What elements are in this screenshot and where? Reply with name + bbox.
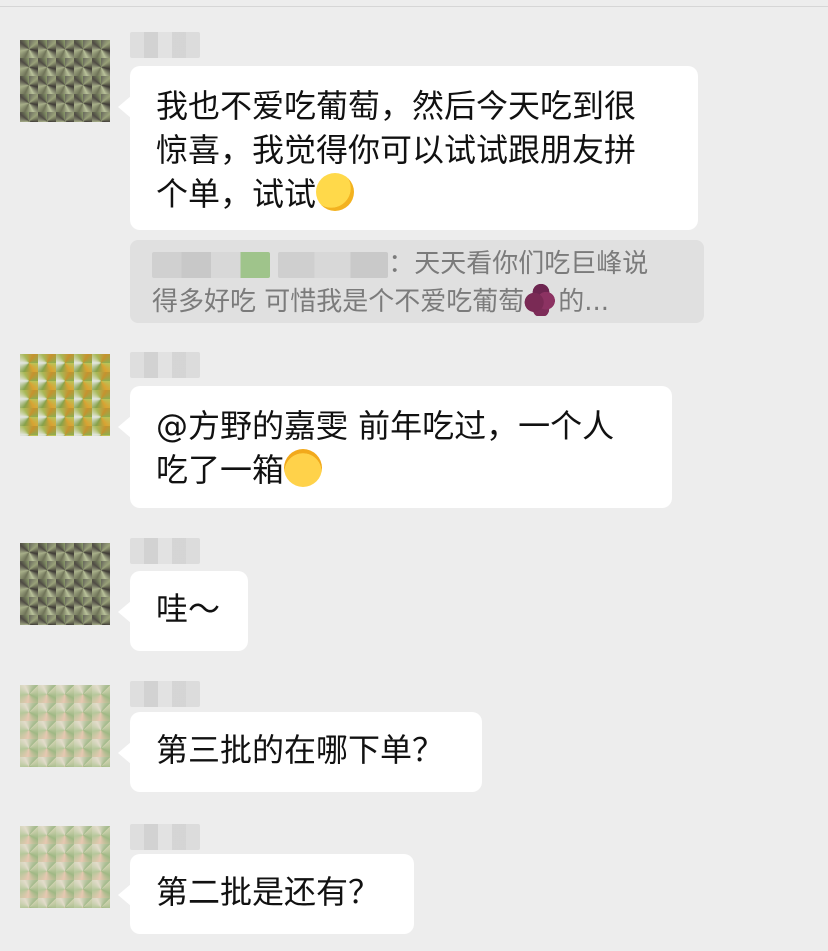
sender-name xyxy=(130,538,200,564)
message-line: 吃了一箱 xyxy=(156,448,646,492)
avatar[interactable] xyxy=(20,354,110,436)
message-bubble[interactable]: 第三批的在哪下单？ xyxy=(118,712,482,792)
tears-of-joy-icon xyxy=(284,449,323,487)
message-line: 我也不爱吃葡萄，然后今天吃到很 xyxy=(156,87,637,125)
sender-name xyxy=(130,681,200,707)
avatar[interactable] xyxy=(20,543,110,625)
message-line: 哇～ xyxy=(156,590,221,628)
avatar[interactable] xyxy=(20,826,110,908)
avatar[interactable] xyxy=(20,40,110,122)
quoted-message[interactable]: ：天天看你们吃巨峰说 得多好吃 可惜我是个不爱吃葡萄 的... xyxy=(130,240,704,323)
top-divider xyxy=(0,6,828,7)
message-line: 第三批的在哪下单？ xyxy=(156,731,445,769)
grapes-icon xyxy=(524,282,559,316)
message-line: 个单，试试 xyxy=(156,172,672,216)
quote-line: 得多好吃 可惜我是个不爱吃葡萄 的... xyxy=(152,282,690,320)
quoted-sender-name xyxy=(152,251,270,278)
quote-line: ：天天看你们吃巨峰说 xyxy=(152,246,690,282)
thinking-face-icon xyxy=(316,173,355,211)
sender-name xyxy=(130,32,200,58)
avatar[interactable] xyxy=(20,685,110,767)
message-bubble[interactable]: 哇～ xyxy=(118,571,248,651)
quoted-sender-name-2 xyxy=(278,251,389,278)
message-line: @方野的嘉雯 前年吃过，一个人 xyxy=(156,407,615,445)
message-bubble[interactable]: @方野的嘉雯 前年吃过，一个人 吃了一箱 xyxy=(118,386,672,508)
message-bubble[interactable]: 第二批是还有？ xyxy=(118,854,414,934)
sender-name xyxy=(130,824,200,850)
sender-name xyxy=(130,352,200,378)
message-bubble[interactable]: 我也不爱吃葡萄，然后今天吃到很 惊喜，我觉得你可以试试跟朋友拼 个单，试试 xyxy=(118,66,698,230)
message-line: 第二批是还有？ xyxy=(156,873,381,911)
message-line: 惊喜，我觉得你可以试试跟朋友拼 xyxy=(156,131,637,169)
